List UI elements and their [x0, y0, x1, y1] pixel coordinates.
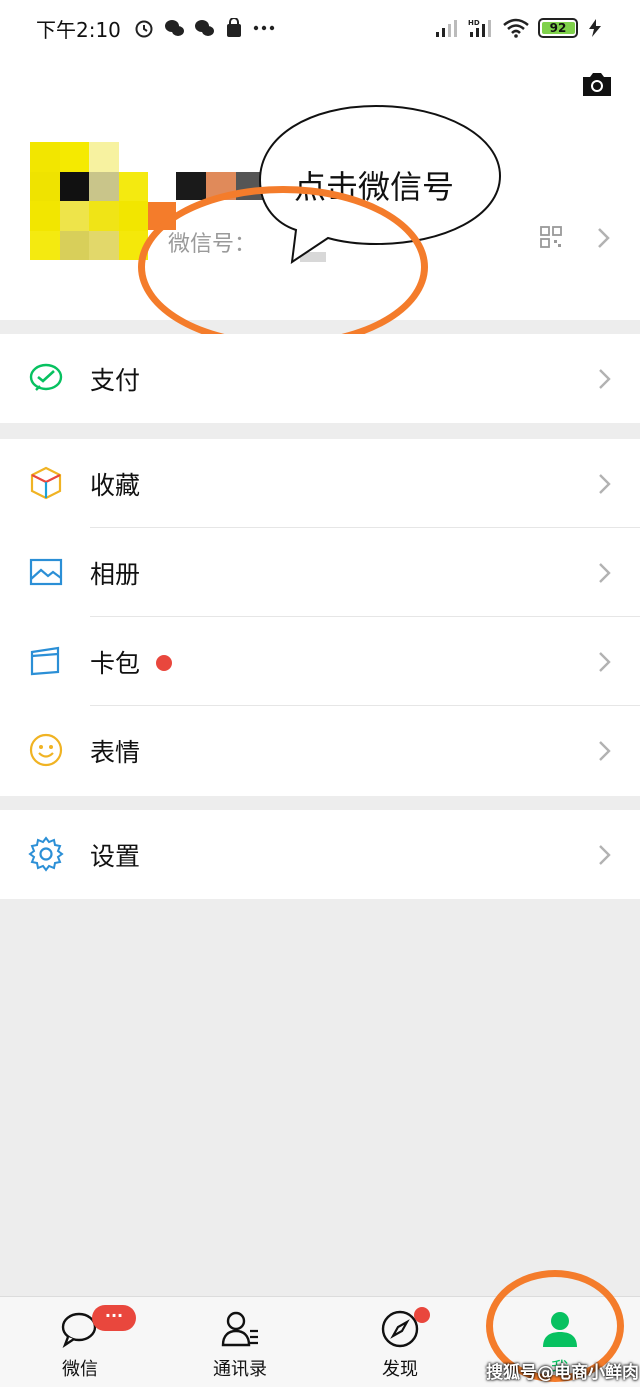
menu-item-favorites[interactable]: 收藏: [0, 439, 640, 528]
charging-icon: [589, 19, 601, 37]
discover-new-dot: [414, 1307, 430, 1323]
contacts-icon: [221, 1311, 258, 1347]
qr-code-icon[interactable]: [540, 226, 562, 248]
menu-label-settings: 设置: [90, 841, 141, 871]
wechat-notification-icon: [164, 20, 184, 36]
menu-label-stickers: 表情: [90, 737, 141, 767]
person-icon-active: [543, 1312, 577, 1347]
new-indicator-dot: [156, 655, 172, 671]
annotation-text: 点击微信号: [294, 168, 455, 206]
chevron-right-icon: [599, 652, 611, 672]
menu-group-settings: 设置: [0, 810, 640, 899]
favorites-cube-icon: [30, 466, 62, 500]
watermark: 搜狐号@电商小鲜肉: [486, 1363, 639, 1383]
wechat-notification-icon-2: [194, 20, 214, 36]
chevron-right-icon: [599, 845, 611, 865]
menu-label-album: 相册: [90, 559, 141, 589]
avatar[interactable]: [30, 142, 148, 260]
status-bar: 下午2:10 HD 92: [0, 0, 640, 56]
signal-hd-icon: HD: [468, 19, 491, 37]
menu-label-favorites: 收藏: [90, 470, 141, 500]
chevron-right-icon: [599, 474, 611, 494]
menu-item-cards[interactable]: 卡包: [0, 617, 640, 706]
chevron-right-icon: [599, 741, 611, 761]
menu-item-pay[interactable]: 支付: [0, 334, 640, 423]
menu-label-pay: 支付: [90, 365, 141, 395]
battery-level: 92: [549, 21, 567, 35]
tab-label-contacts: 通讯录: [213, 1359, 267, 1380]
sticker-smiley-icon: [29, 733, 63, 767]
shopping-bag-icon: [226, 18, 241, 37]
wifi-icon: [503, 18, 529, 38]
tab-discover[interactable]: 发现: [320, 1297, 480, 1387]
menu-group-main: 收藏 相册 卡包 表情: [0, 439, 640, 796]
album-image-icon: [29, 558, 63, 586]
tab-chats[interactable]: ··· 微信: [0, 1297, 160, 1387]
menu-item-settings[interactable]: 设置: [0, 810, 640, 899]
alarm-icon: [135, 20, 153, 38]
profile-header[interactable]: 微信号： 点击微信号: [0, 56, 640, 320]
card-wallet-icon: [30, 646, 60, 676]
wechat-id-label[interactable]: 微信号：: [168, 226, 256, 258]
signal-icon: [436, 20, 457, 37]
chevron-right-icon: [599, 563, 611, 583]
chevron-right-icon: [598, 228, 610, 248]
more-dots-icon: [253, 25, 275, 31]
menu-label-cards: 卡包: [90, 648, 141, 678]
battery-indicator: 92: [538, 18, 578, 38]
tab-contacts[interactable]: 通讯录: [160, 1297, 320, 1387]
menu-item-album[interactable]: 相册: [0, 528, 640, 617]
tab-label-chats: 微信: [62, 1359, 98, 1380]
menu-group-pay: 支付: [0, 334, 640, 423]
menu-item-stickers[interactable]: 表情: [0, 706, 640, 795]
gear-icon: [28, 836, 64, 872]
pay-icon: [29, 363, 63, 391]
status-time: 下午2:10: [36, 17, 121, 42]
chevron-right-icon: [599, 369, 611, 389]
tab-label-discover: 发现: [382, 1359, 418, 1380]
camera-icon[interactable]: [580, 70, 614, 98]
unread-badge: ···: [92, 1305, 136, 1331]
network-type-label: HD: [468, 19, 480, 27]
